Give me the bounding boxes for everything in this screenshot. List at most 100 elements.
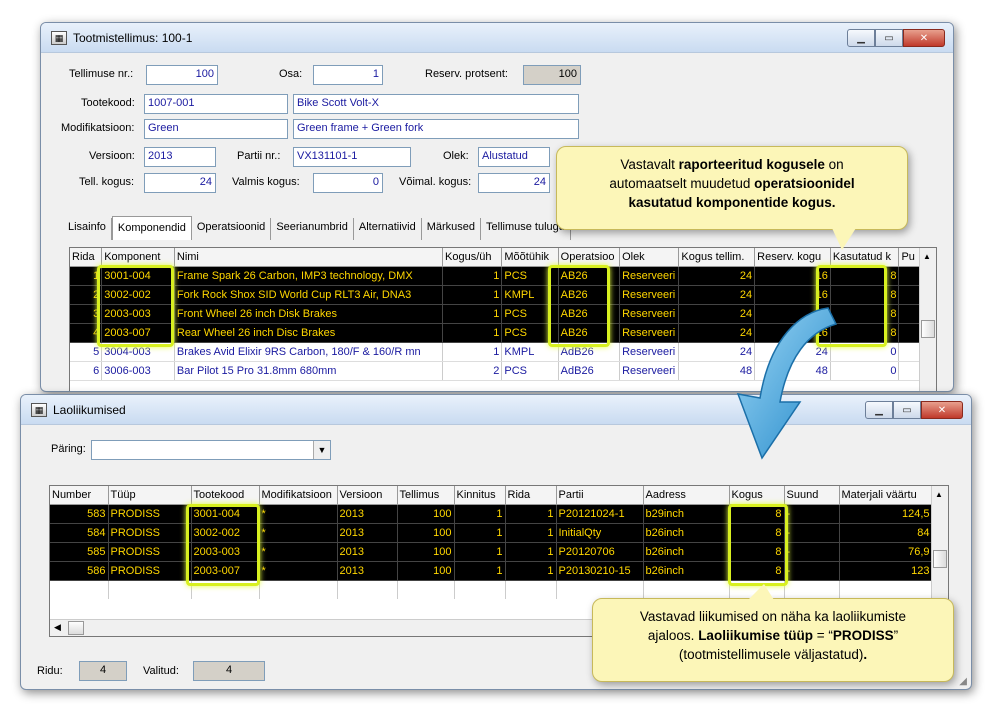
tab-alternatiivid[interactable]: Alternatiivid [353,218,422,240]
cell-kogus[interactable]: 1 [442,342,503,362]
cell-nimi[interactable]: Brakes Avid Elixir 9RS Carbon, 180/F & 1… [174,342,444,362]
cell-nimi[interactable]: Front Wheel 26 inch Disk Brakes [174,304,444,324]
tab-lisainfo[interactable]: Lisainfo [63,218,112,240]
cell-number[interactable]: 586 [50,561,109,581]
cell-pu[interactable] [898,285,920,305]
cell-mod[interactable]: * [259,504,338,524]
component-row[interactable]: 1 3001-004 Frame Spark 26 Carbon, IMP3 tec… [70,266,920,286]
col-header[interactable]: Mõõtühik [501,248,559,267]
col-header[interactable]: Tüüp [108,486,192,505]
order-number-field[interactable]: 100 [146,65,218,85]
cell-olek[interactable]: Reserveeri [619,361,680,381]
cell-pu[interactable] [898,323,920,343]
col-header[interactable]: Tellimus [397,486,455,505]
col-header[interactable]: Kogus tellim. [678,248,756,267]
cell-nimi[interactable]: Frame Spark 26 Carbon, IMP3 technology, … [174,266,444,286]
cell-rida[interactable]: 1 [505,542,557,562]
ordered-quantity-field[interactable]: 24 [144,173,216,193]
cell-tyyp[interactable]: PRODISS [108,523,192,543]
col-header[interactable]: Number [50,486,109,505]
close-button[interactable]: ✕ [903,29,945,47]
cell-pu[interactable] [898,304,920,324]
cell-komponent[interactable]: 3006-003 [101,361,175,381]
cell-vaartus[interactable]: 123 [839,561,933,581]
finished-quantity-field[interactable]: 0 [313,173,383,193]
cell-olek[interactable]: Reserveeri [619,266,680,286]
cell-kogus[interactable]: 2 [442,361,503,381]
cell-partii[interactable]: P20121024-1 [556,504,644,524]
cell-suund[interactable]: - [784,561,840,581]
cell-partii[interactable]: P20120706 [556,542,644,562]
cell-nimi[interactable]: Bar Pilot 15 Pro 31.8mm 680mm [174,361,444,381]
cell-aadress[interactable]: b29inch [643,504,730,524]
tab-seerianumbrid[interactable]: Seerianumbrid [271,218,354,240]
cell-tyyp[interactable]: PRODISS [108,504,192,524]
possible-quantity-field[interactable]: 24 [478,173,550,193]
modification-description-field[interactable]: Green frame + Green fork [293,119,579,139]
components-scrollbar[interactable]: ▲ [919,248,936,391]
cell-kinnitus[interactable]: 1 [454,542,506,562]
batch-number-field[interactable]: VX131101-1 [293,147,411,167]
cell-olek[interactable]: Reserveeri [619,304,680,324]
cell-vaartus[interactable]: 76,9 [839,542,933,562]
cell-rida[interactable]: 1 [505,561,557,581]
tab-komponendid[interactable]: Komponendid [111,216,192,240]
col-header[interactable]: Rida [70,248,103,267]
query-select[interactable] [91,440,331,460]
col-header[interactable]: Kinnitus [454,486,506,505]
cell-aadress[interactable]: b26inch [643,523,730,543]
cell-tyyp[interactable]: PRODISS [108,542,192,562]
cell-number[interactable]: 584 [50,523,109,543]
cell-kogus[interactable]: 1 [442,323,503,343]
resize-grip-icon[interactable]: ◢ [959,676,967,687]
cell-rida[interactable]: 6 [70,361,103,381]
cell-versioon[interactable]: 2013 [337,523,398,543]
cell-olek[interactable]: Reserveeri [619,285,680,305]
close-button[interactable]: ✕ [921,401,963,419]
cell-oper[interactable]: AdB26 [558,361,621,381]
maximize-button[interactable]: ▭ [875,29,903,47]
cell-pu[interactable] [898,361,920,381]
h-scroll-thumb[interactable] [68,621,84,635]
movement-row[interactable]: 586 PRODISS 2003-007 * 2013 100 1 1 P20130210-15… [50,561,933,581]
cell-suund[interactable]: - [784,523,840,543]
cell-olek[interactable]: Reserveeri [619,342,680,362]
minimize-button[interactable]: ▁ [847,29,875,47]
scroll-thumb[interactable] [921,320,935,338]
cell-number[interactable]: 585 [50,542,109,562]
movement-row[interactable]: 583 PRODISS 3001-004 * 2013 100 1 1 P20121024-1 b… [50,504,933,524]
cell-vaartus[interactable]: 84 [839,523,933,543]
cell-aadress[interactable]: b26inch [643,542,730,562]
col-header[interactable]: Modifikatsioon [259,486,338,505]
cell-uhik[interactable]: PCS [501,361,559,381]
cell-partii[interactable]: P20130210-15 [556,561,644,581]
modification-field[interactable]: Green [144,119,288,139]
col-header[interactable]: Partii [556,486,644,505]
col-header[interactable]: Suund [784,486,840,505]
col-header[interactable]: Tootekood [191,486,260,505]
cell-suund[interactable]: - [784,542,840,562]
scroll-left-icon[interactable]: ◀ [54,622,61,633]
scroll-up-icon[interactable]: ▲ [935,490,943,499]
col-header[interactable]: Olek [619,248,680,267]
cell-nimi[interactable]: Fork Rock Shox SID World Cup RLT3 Air, D… [174,285,444,305]
col-header[interactable]: Versioon [337,486,398,505]
col-header[interactable]: Kasutatud k [830,248,900,267]
tab-operatsioonid[interactable]: Operatsioonid [191,218,272,240]
cell-suund[interactable]: - [784,504,840,524]
cell-partii[interactable]: InitialQty [556,523,644,543]
col-header[interactable]: Materjali väärtu [839,486,933,505]
scroll-thumb[interactable] [933,550,947,568]
cell-kinnitus[interactable]: 1 [454,523,506,543]
col-header[interactable]: Pu [898,248,920,267]
maximize-button[interactable]: ▭ [893,401,921,419]
cell-versioon[interactable]: 2013 [337,542,398,562]
col-header[interactable]: Aadress [643,486,730,505]
cell-kogus[interactable]: 1 [442,266,503,286]
cell-mod[interactable]: * [259,523,338,543]
col-header[interactable]: Operatsioo [558,248,621,267]
col-header[interactable]: Rida [505,486,557,505]
col-header[interactable]: Kogus [729,486,785,505]
cell-versioon[interactable]: 2013 [337,504,398,524]
status-field[interactable]: Alustatud [478,147,550,167]
